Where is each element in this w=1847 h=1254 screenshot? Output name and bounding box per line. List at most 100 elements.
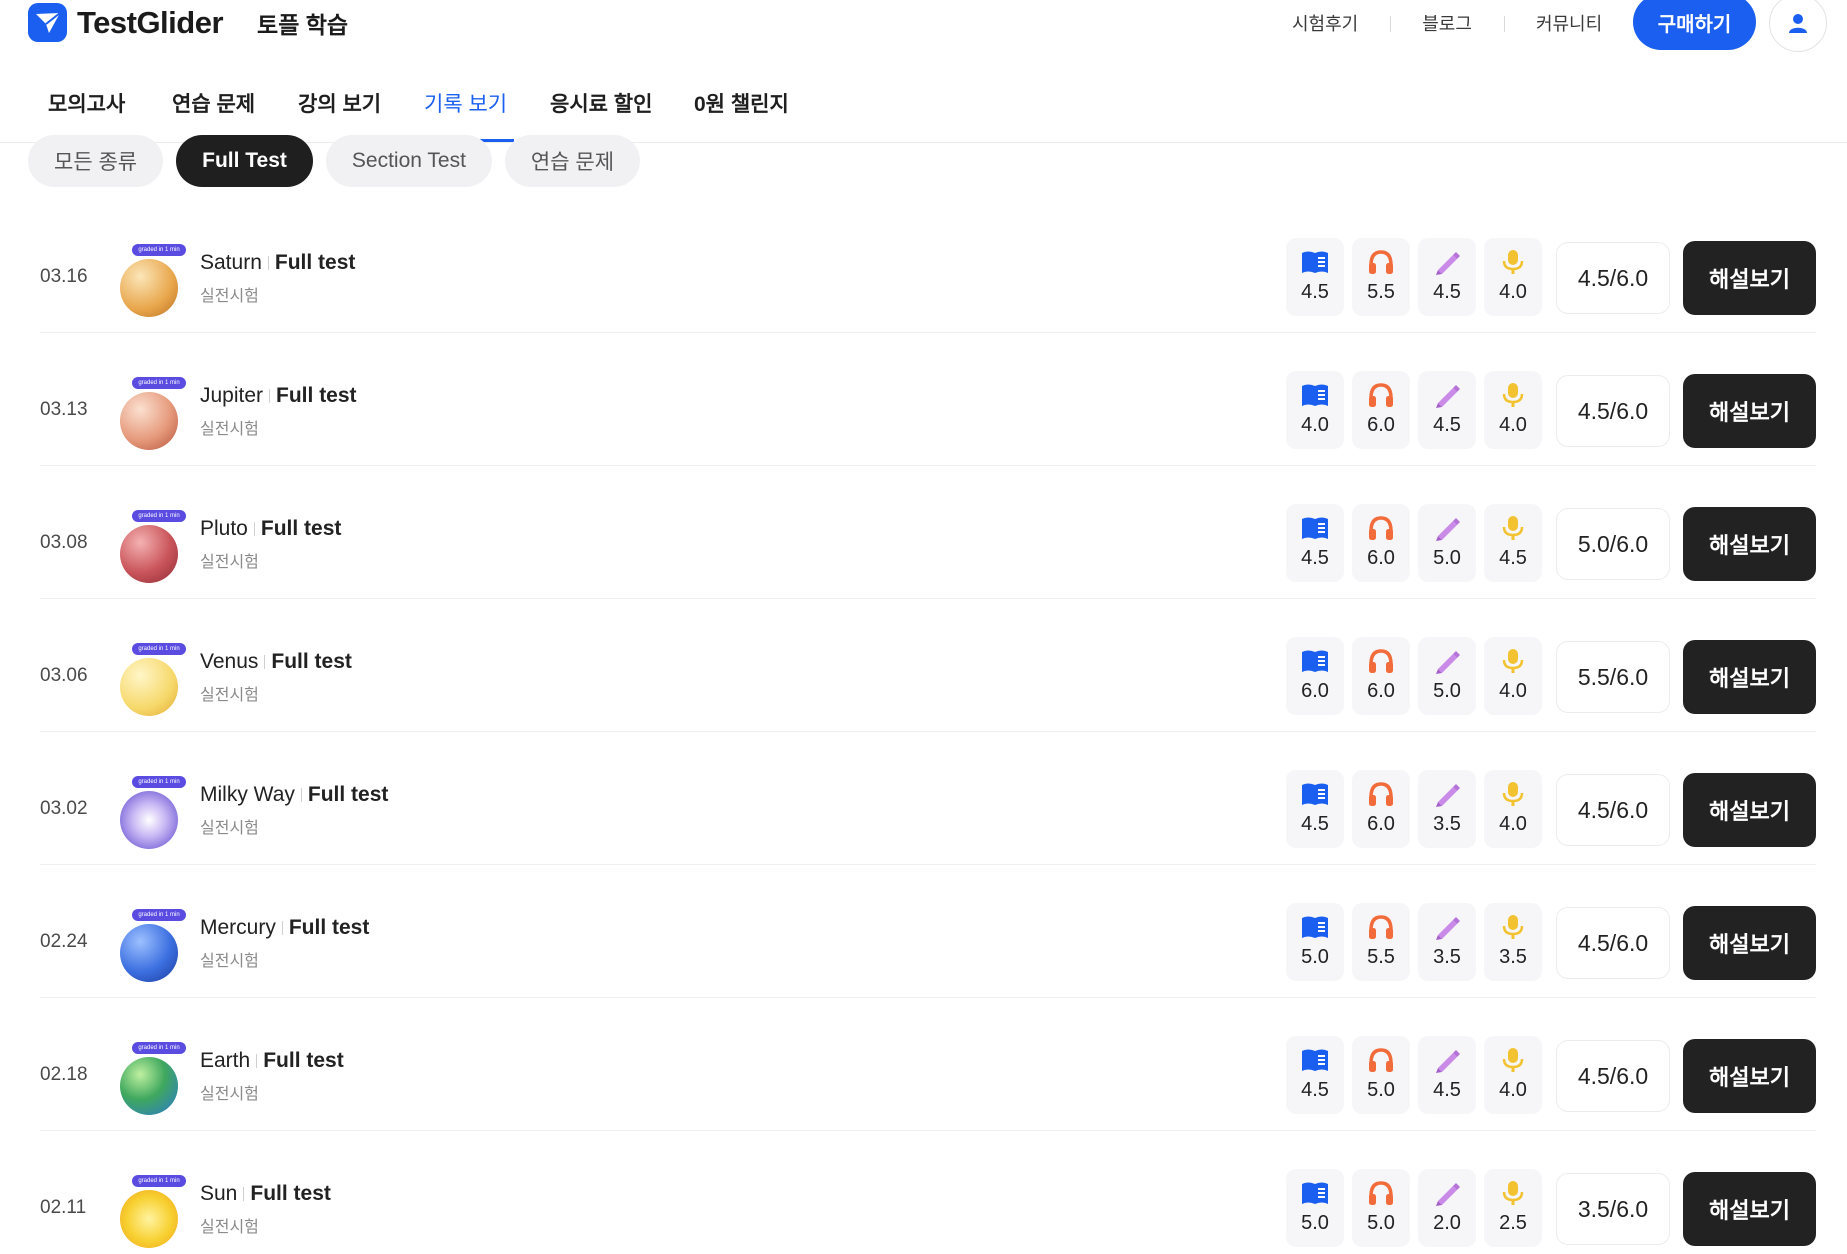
test-type: Full test [307,783,389,806]
user-profile-button[interactable] [1769,0,1827,52]
view-explanation-button[interactable]: 해설보기 [1683,773,1816,847]
nav-zero-challenge[interactable]: 0원 챌린지 [694,88,789,118]
reading-score: 4.5 [1286,238,1344,316]
record-title[interactable]: Saturn Full test [200,251,355,275]
reading-score: 5.0 [1286,1169,1344,1247]
view-explanation-button[interactable]: 해설보기 [1683,906,1816,980]
reading-score: 4.5 [1286,1036,1344,1114]
listening-score-value: 5.5 [1367,946,1395,968]
view-explanation-button[interactable]: 해설보기 [1683,374,1816,448]
section-scores: 5.0 5.0 2.0 2.5 [1286,1169,1542,1247]
speaking-score-value: 3.5 [1499,946,1527,968]
record-subtitle: 실전시험 [200,953,259,970]
book-icon [1302,916,1328,938]
view-explanation-button[interactable]: 해설보기 [1683,640,1816,714]
record-date: 02.24 [40,931,88,952]
reading-score: 4.5 [1286,770,1344,848]
test-name: Milky Way [200,783,295,806]
book-icon [1302,1049,1328,1071]
listening-score: 6.0 [1352,770,1410,848]
top-links: 시험후기 블로그 커뮤니티 [1260,8,1634,38]
planet-image: graded in 1 min [112,909,188,982]
record-title[interactable]: Milky Way Full test [200,783,388,807]
headphones-icon [1369,1181,1393,1205]
filter-chips: 모든 종류 Full Test Section Test 연습 문제 [28,135,641,187]
reading-score-value: 4.5 [1301,1079,1329,1101]
speaking-score-value: 4.5 [1499,547,1527,569]
total-score: 4.5/6.0 [1556,907,1670,979]
graded-badge: graded in 1 min [132,643,186,655]
section-scores: 5.0 5.5 3.5 3.5 [1286,903,1542,981]
total-score: 3.5/6.0 [1556,1173,1670,1245]
nav-lectures[interactable]: 강의 보기 [298,88,381,118]
record-row: 03.06 graded in 1 min Venus Full test 실전시… [40,599,1816,732]
listening-score-value: 6.0 [1367,414,1395,436]
headphones-icon [1369,250,1393,274]
link-blog[interactable]: 블로그 [1390,10,1504,36]
main-nav: 모의고사 연습 문제 강의 보기 기록 보기 응시료 할인 0원 챌린지 [0,60,1847,143]
record-title[interactable]: Earth Full test [200,1049,344,1073]
writing-score: 5.0 [1418,637,1476,715]
listening-score-value: 5.5 [1367,281,1395,303]
record-title[interactable]: Sun Full test [200,1182,331,1206]
filter-full-test[interactable]: Full Test [176,135,313,187]
total-score: 4.5/6.0 [1556,774,1670,846]
test-name: Sun [200,1182,238,1205]
graded-badge: graded in 1 min [132,1042,186,1054]
test-type: Full test [276,384,357,407]
test-name: Saturn [200,251,262,274]
filter-all[interactable]: 모든 종류 [28,135,164,187]
record-row: 02.11 graded in 1 min Sun Full test 실전시험 … [40,1131,1816,1254]
nav-fee-discount[interactable]: 응시료 할인 [550,88,652,118]
speaking-score-value: 4.0 [1499,414,1527,436]
nav-practice[interactable]: 연습 문제 [172,88,255,118]
speaking-score: 4.0 [1484,770,1542,848]
record-title[interactable]: Pluto Full test [200,517,341,541]
view-explanation-button[interactable]: 해설보기 [1683,1039,1816,1113]
speaking-score: 4.5 [1484,504,1542,582]
speaking-score: 2.5 [1484,1169,1542,1247]
listening-score: 6.0 [1352,504,1410,582]
section-scores: 4.0 6.0 4.5 4.0 [1286,371,1542,449]
record-row: 03.16 graded in 1 min Saturn Full test 실전… [40,200,1816,333]
logo[interactable]: TestGlider 토플 학습 [28,3,348,42]
test-type: Full test [288,916,370,939]
total-score: 4.5/6.0 [1556,242,1670,314]
planet-icon [120,658,178,716]
view-explanation-button[interactable]: 해설보기 [1683,1172,1816,1246]
graded-badge: graded in 1 min [132,1175,186,1187]
nav-mock-test[interactable]: 모의고사 [48,88,125,118]
record-title[interactable]: Jupiter Full test [200,384,357,408]
planet-icon [120,924,178,982]
record-subtitle: 실전시험 [200,554,259,571]
section-scores: 4.5 5.0 4.5 4.0 [1286,1036,1542,1114]
record-title[interactable]: Mercury Full test [200,916,369,940]
book-icon [1302,517,1328,539]
nav-history[interactable]: 기록 보기 [424,88,507,118]
view-explanation-button[interactable]: 해설보기 [1683,241,1816,315]
total-score: 4.5/6.0 [1556,375,1670,447]
record-subtitle: 실전시험 [200,1086,259,1103]
record-title[interactable]: Venus Full test [200,650,352,674]
record-subtitle: 실전시험 [200,820,259,837]
record-date: 03.08 [40,532,88,553]
speaking-score: 4.0 [1484,637,1542,715]
speaking-score-value: 4.0 [1499,813,1527,835]
view-explanation-button[interactable]: 해설보기 [1683,507,1816,581]
graded-badge: graded in 1 min [132,377,186,389]
reading-score-value: 4.5 [1301,281,1329,303]
filter-practice[interactable]: 연습 문제 [504,135,641,187]
section-scores: 4.5 5.5 4.5 4.0 [1286,238,1542,316]
listening-score-value: 6.0 [1367,547,1395,569]
graded-badge: graded in 1 min [132,776,186,788]
buy-button[interactable]: 구매하기 [1633,0,1756,50]
writing-score-value: 5.0 [1433,680,1461,702]
writing-score-value: 4.5 [1433,414,1461,436]
planet-icon [120,1057,178,1115]
link-community[interactable]: 커뮤니티 [1503,10,1634,36]
headphones-icon [1369,649,1393,673]
record-date: 03.16 [40,266,88,287]
record-date: 03.06 [40,665,88,686]
filter-section-test[interactable]: Section Test [325,135,492,187]
link-reviews[interactable]: 시험후기 [1260,10,1390,36]
